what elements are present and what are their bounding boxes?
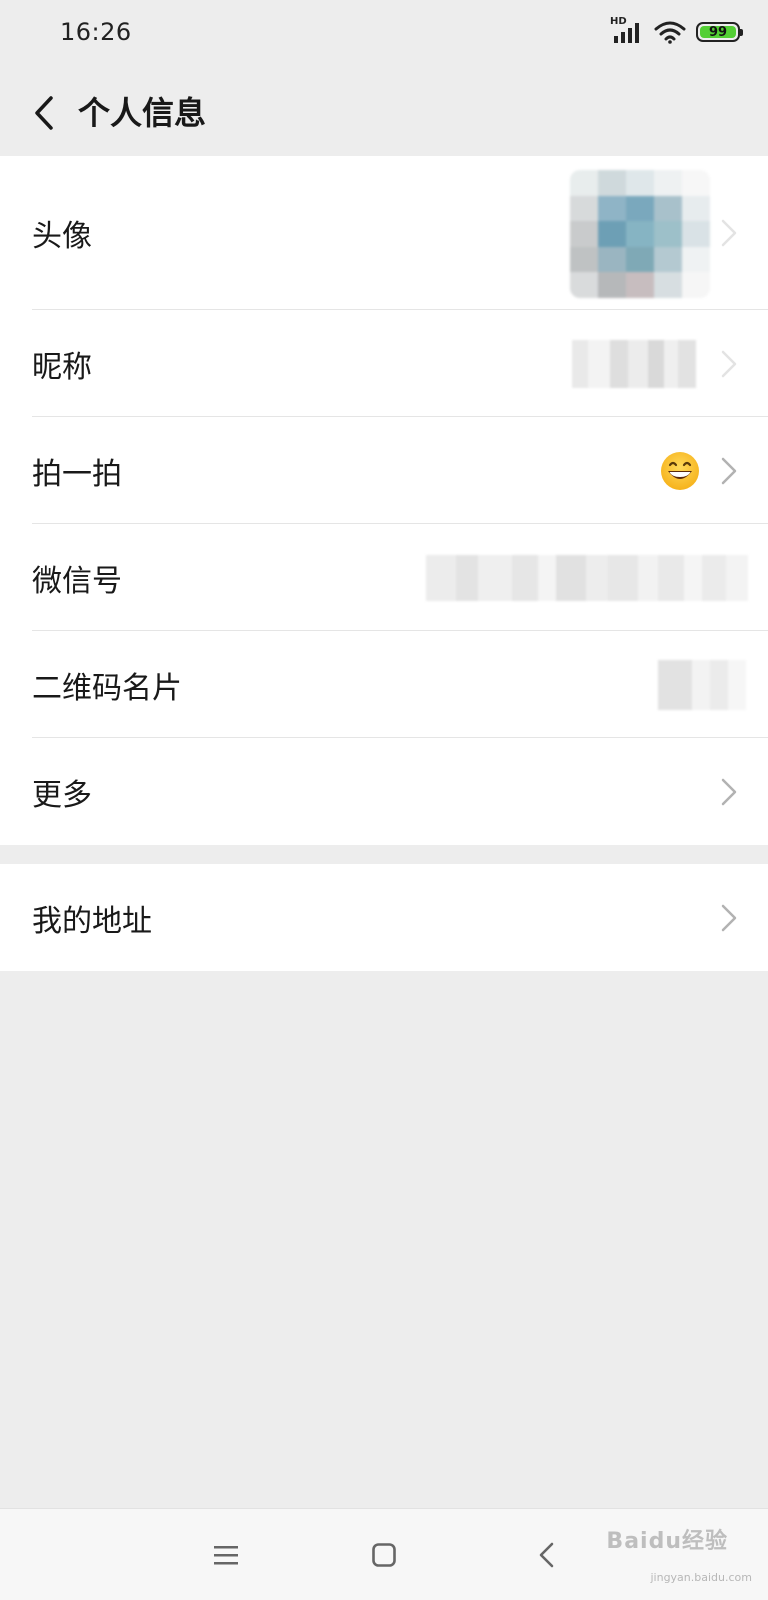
- list-item-label: 头像: [32, 219, 92, 254]
- avatar[interactable]: [570, 170, 710, 298]
- qr-code-icon: [658, 659, 746, 710]
- list-item-label: 拍一拍: [32, 456, 122, 492]
- list-item-label: 微信号: [32, 563, 122, 599]
- back-button[interactable]: [22, 88, 66, 138]
- list-item-more[interactable]: 更多: [0, 738, 768, 845]
- status-time: 16:26: [60, 18, 132, 46]
- list-item-label: 更多: [32, 777, 92, 813]
- wifi-icon: [654, 20, 686, 44]
- profile-info-list: 头像 昵称 拍一拍 微信号 二维码名片 更多: [0, 156, 768, 845]
- menu-button[interactable]: [202, 1531, 250, 1579]
- back-triangle-icon: [539, 1542, 554, 1568]
- home-button[interactable]: [360, 1531, 408, 1579]
- battery-icon: 99: [696, 22, 743, 42]
- chevron-right-icon: [721, 778, 737, 805]
- page-title: 个人信息: [78, 94, 207, 132]
- title-bar: 个人信息: [0, 70, 768, 156]
- home-square-icon: [372, 1543, 396, 1567]
- watermark-url: jingyan.baidu.com: [650, 1571, 752, 1584]
- status-icons: HD 99: [610, 16, 743, 44]
- chevron-right-icon: [721, 219, 737, 247]
- cellular-signal-icon: HD: [610, 16, 644, 44]
- status-bar: 16:26 HD 99: [0, 0, 768, 70]
- grinning-face-icon: [661, 451, 699, 490]
- list-item-nickname[interactable]: 昵称: [0, 310, 768, 417]
- nickname-value-blurred: [572, 339, 696, 388]
- list-item-avatar[interactable]: 头像: [0, 156, 768, 310]
- chevron-right-icon: [721, 350, 737, 377]
- wechat-id-value-blurred: [426, 554, 748, 601]
- watermark-logo: Baidu经验: [606, 1529, 728, 1554]
- menu-icon: [214, 1546, 238, 1565]
- chevron-right-icon: [721, 457, 737, 484]
- list-item-label: 二维码名片: [32, 670, 182, 706]
- chevron-right-icon: [721, 904, 737, 931]
- list-item-qr-code[interactable]: 二维码名片: [0, 631, 768, 738]
- system-nav-bar: Baidu经验 jingyan.baidu.com: [0, 1508, 768, 1600]
- list-item-pat[interactable]: 拍一拍: [0, 417, 768, 524]
- list-item-my-address[interactable]: 我的地址: [0, 864, 768, 971]
- back-nav-button[interactable]: [522, 1531, 570, 1579]
- chevron-left-icon: [35, 96, 53, 130]
- list-item-label: 我的地址: [32, 903, 152, 939]
- address-list: 我的地址: [0, 864, 768, 971]
- battery-level: 99: [708, 24, 728, 40]
- list-item-wechat-id[interactable]: 微信号: [0, 524, 768, 631]
- list-item-label: 昵称: [32, 349, 92, 385]
